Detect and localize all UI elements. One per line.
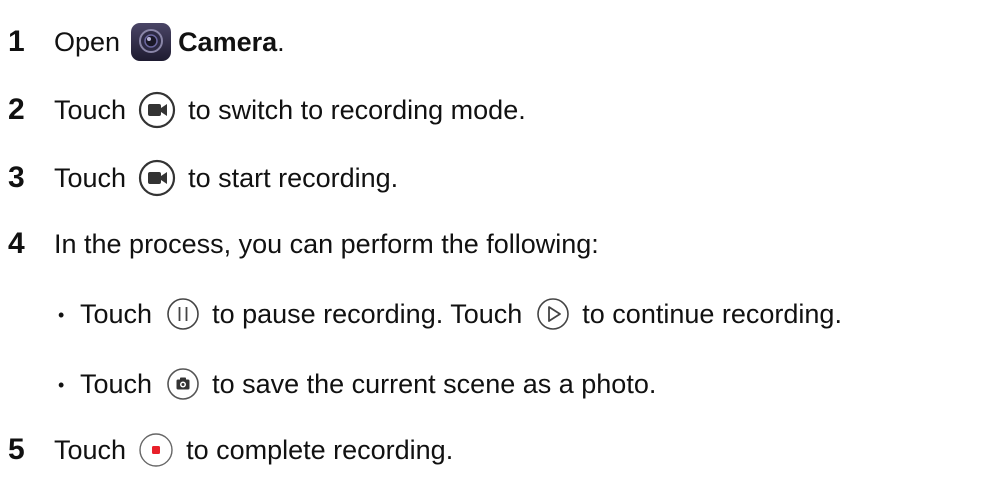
bullet-item-snapshot: • Touch to save the current scene as a p… [58,362,656,406]
step-number: 4 [8,227,25,260]
step-4: 4 In the process, you can perform the fo… [8,222,599,266]
bullet-item-pause-resume: • Touch to pause recording. Touch to con… [58,292,842,336]
video-camera-icon [138,159,176,197]
stop-record-icon [138,432,174,468]
step-text-end: to start recording. [188,162,399,193]
bullet-dot: • [58,375,65,395]
step-text: Touch [54,162,127,193]
bullet-text: Touch [80,298,153,329]
camera-app-name: Camera [178,26,278,57]
step-text: Touch [54,94,127,125]
step-5: 5 Touch to complete recording. [8,428,453,472]
step-text-end: to complete recording. [186,434,454,465]
bullet-text-end: to save the current scene as a photo. [212,368,657,399]
bullet-text-middle: to pause recording. Touch [212,298,523,329]
step-number: 1 [8,25,25,58]
step-text-end: . [277,26,285,57]
bullet-text-end: to continue recording. [582,298,842,329]
step-1: 1 Open Camera . [8,20,285,64]
step-text-end: to switch to recording mode. [188,94,526,125]
bullet-dot: • [58,305,65,325]
camera-icon [166,367,200,401]
pause-icon [166,297,200,331]
step-text: Open [54,26,121,57]
bullet-text: Touch [80,368,153,399]
step-number: 2 [8,93,25,126]
step-text: In the process, you can perform the foll… [54,228,599,259]
camera-app-icon [130,22,172,62]
step-2: 2 Touch to switch to recording mode. [8,88,526,132]
step-text: Touch [54,434,127,465]
video-camera-icon [138,91,176,129]
play-icon [536,297,570,331]
step-3: 3 Touch to start recording. [8,156,398,200]
step-number: 5 [8,433,25,466]
step-number: 3 [8,161,25,194]
